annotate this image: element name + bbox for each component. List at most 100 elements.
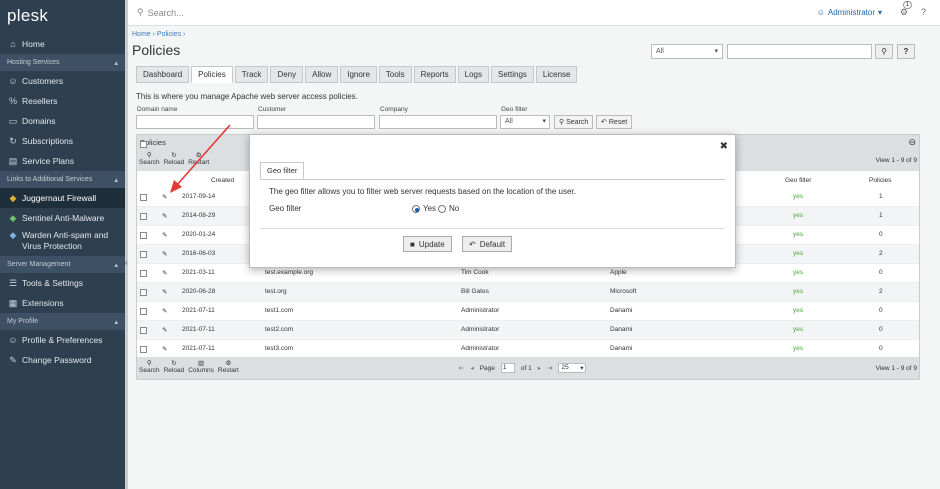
sidebar-item-resellers[interactable]: % Resellers (0, 91, 125, 111)
tab-tools[interactable]: Tools (378, 66, 412, 83)
sidebar-item-change-password[interactable]: ✎ Change Password (0, 350, 125, 370)
edit-icon[interactable]: ✎ (162, 345, 167, 353)
last-page-icon[interactable]: ⇥ (547, 364, 552, 372)
geo-filter-select[interactable]: All (500, 115, 550, 129)
sidebar-item-subscriptions[interactable]: ↻ Subscriptions (0, 131, 125, 151)
shield-icon: ◆ (9, 192, 17, 203)
sidebar-section-links[interactable]: Links to Additional Services ▴ (0, 171, 125, 188)
global-search[interactable]: ⚲ Search... (137, 7, 184, 18)
edit-icon[interactable]: ✎ (162, 250, 167, 258)
tab-ignore[interactable]: Ignore (340, 66, 377, 83)
tab-logs[interactable]: Logs (457, 66, 489, 83)
edit-icon[interactable]: ✎ (162, 326, 167, 334)
sidebar-section-hosting[interactable]: Hosting Services ▴ (0, 54, 125, 71)
sidebar-item-sentinel[interactable]: ◆ Sentinel Anti-Malware (0, 208, 125, 228)
tab-license[interactable]: License (535, 66, 578, 83)
tab-dashboard[interactable]: Dashboard (136, 66, 190, 83)
breadcrumb-policies[interactable]: Policies (157, 31, 181, 38)
grid-search-tool[interactable]: ⚲ Search (139, 151, 160, 166)
row-checkbox[interactable] (140, 308, 147, 315)
col-geo-filter[interactable]: Geo filter (785, 177, 811, 184)
edit-icon[interactable]: ✎ (162, 288, 167, 296)
select-all-checkbox[interactable] (140, 141, 147, 148)
sidebar-item-home[interactable]: ⌂ Home (0, 34, 125, 54)
top-search-input[interactable] (727, 44, 872, 59)
edit-icon[interactable]: ✎ (162, 307, 167, 315)
top-search-button[interactable]: ⚲ (875, 44, 893, 59)
grid-footer-columns[interactable]: ▥ Columns (188, 359, 214, 374)
sidebar-item-service-plans[interactable]: ▤ Service Plans (0, 151, 125, 171)
next-page-icon[interactable]: ▸ (538, 364, 541, 372)
grid-footer-search[interactable]: ⚲ Search (139, 359, 160, 374)
close-icon[interactable]: ✖ (720, 141, 728, 152)
sidebar-section-server[interactable]: Server Management ▴ (0, 256, 125, 273)
user-icon: ☺ (816, 8, 825, 17)
row-checkbox[interactable] (140, 270, 147, 277)
cell-created: 2021-03-11 (182, 269, 215, 276)
tab-reports[interactable]: Reports (413, 66, 456, 83)
tab-allow[interactable]: Allow (305, 66, 339, 83)
col-policies[interactable]: Policies (869, 177, 891, 184)
sidebar-collapse-bar[interactable] (125, 0, 128, 489)
row-checkbox[interactable] (140, 194, 147, 201)
prev-page-icon[interactable]: ◂ (470, 364, 473, 372)
grid-reload-tool[interactable]: ↻ Reload (164, 151, 185, 166)
per-page-select[interactable]: 25 (558, 363, 587, 373)
geo-filter-yes-radio[interactable]: Yes (412, 204, 436, 213)
help-icon[interactable]: ? (921, 7, 926, 17)
sidebar-item-warden[interactable]: ◆ Warden Anti-spam and Virus Protection (0, 228, 125, 256)
edit-icon[interactable]: ✎ (162, 269, 167, 277)
geo-filter-no-radio[interactable]: No (438, 204, 459, 213)
filter-search-button[interactable]: ⚲ Search (554, 115, 594, 129)
grid-footer-restart[interactable]: ⚙ Restart (218, 359, 239, 374)
tab-track[interactable]: Track (234, 66, 269, 83)
sidebar-item-tools[interactable]: ☰ Tools & Settings (0, 273, 125, 293)
row-checkbox[interactable] (140, 346, 147, 353)
sidebar-item-extensions[interactable]: ▦ Extensions (0, 293, 125, 313)
plesk-logo[interactable]: plesk (0, 0, 125, 34)
grid-footer-reload[interactable]: ↻ Reload (164, 359, 185, 374)
sidebar-item-domains[interactable]: ▭ Domains (0, 111, 125, 131)
row-checkbox[interactable] (140, 327, 147, 334)
filter-reset-button[interactable]: ↶ Reset (596, 115, 633, 129)
col-created[interactable]: Created (211, 177, 234, 184)
tab-policies[interactable]: Policies (191, 66, 233, 83)
default-button[interactable]: ↶ Default (462, 236, 513, 252)
cell-geo: yes (793, 288, 804, 295)
company-filter-input[interactable] (379, 115, 497, 129)
edit-icon[interactable]: ✎ (162, 212, 167, 220)
cell-geo: yes (793, 193, 804, 200)
geo-filter-field-label: Geo filter (269, 204, 302, 213)
table-row[interactable]: ✎ 2021-07-11 test1.com Administrator Danami y… (137, 302, 919, 321)
top-filter-select[interactable]: All (651, 44, 723, 59)
edit-icon[interactable]: ✎ (162, 231, 167, 239)
sidebar-item-customers[interactable]: ☺ Customers (0, 71, 125, 91)
user-menu[interactable]: ☺ Administrator ▾ (817, 8, 882, 17)
breadcrumb-home[interactable]: Home (132, 31, 151, 38)
table-row[interactable]: ✎ 2020-06-28 test.org Bill Gates Microsoft ye… (137, 283, 919, 302)
row-checkbox[interactable] (140, 289, 147, 296)
grid-collapse-icon[interactable]: ⊖ (908, 137, 916, 148)
tab-deny[interactable]: Deny (270, 66, 304, 83)
grid-restart-tool[interactable]: ⚙ Restart (188, 151, 209, 166)
sidebar-item-profile[interactable]: ☺ Profile & Preferences (0, 330, 125, 350)
row-checkbox[interactable] (140, 213, 147, 220)
domain-filter-input[interactable] (136, 115, 254, 129)
first-page-icon[interactable]: ⇤ (459, 364, 464, 372)
modal-divider (260, 228, 725, 229)
row-checkbox[interactable] (140, 232, 147, 239)
table-row[interactable]: ✎ 2021-07-11 test2.com Administrator Danami y… (137, 321, 919, 340)
update-button[interactable]: ■ Update (403, 236, 452, 252)
edit-icon[interactable]: ✎ (162, 193, 167, 201)
page-number-input[interactable]: 1 (500, 363, 515, 373)
chevron-left-icon[interactable]: ‹ (125, 258, 128, 267)
tab-settings[interactable]: Settings (490, 66, 534, 83)
sidebar-section-profile[interactable]: My Profile ▴ (0, 313, 125, 330)
chevron-down-icon: ▾ (877, 8, 882, 17)
modal-tab-geo-filter[interactable]: Geo filter (260, 162, 305, 179)
row-checkbox[interactable] (140, 251, 147, 258)
customer-filter-input[interactable] (257, 115, 375, 129)
sidebar-item-juggernaut[interactable]: ◆ Juggernaut Firewall (0, 188, 125, 208)
gear-icon: ⚙ (225, 360, 232, 367)
top-help-button[interactable]: ? (897, 44, 915, 59)
